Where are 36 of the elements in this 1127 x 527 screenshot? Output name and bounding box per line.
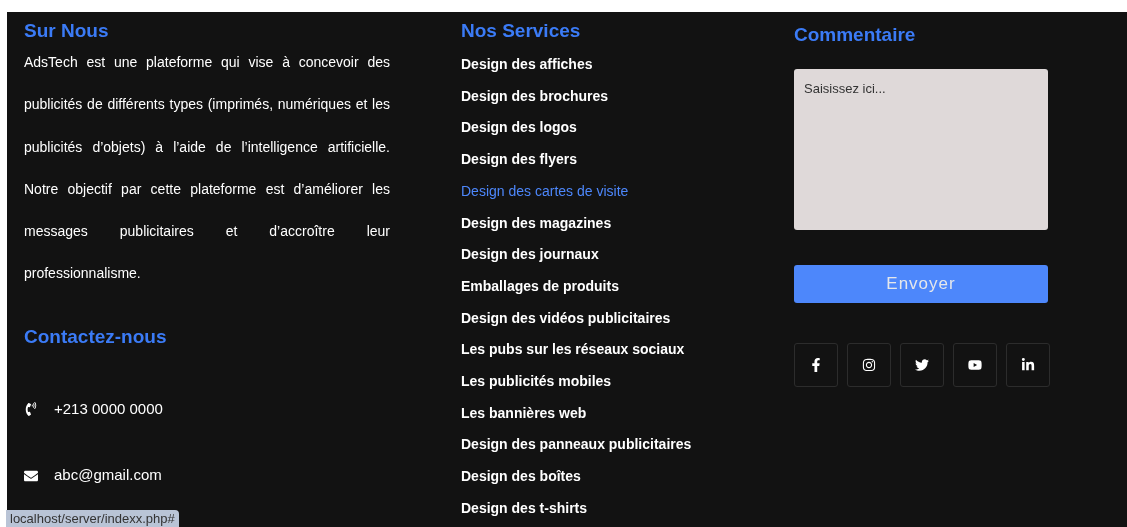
twitter-icon <box>915 358 929 372</box>
social-button[interactable] <box>1006 343 1050 387</box>
social-button[interactable] <box>847 343 891 387</box>
service-link[interactable]: Design des magazines <box>461 207 612 240</box>
section-heading: Sur Nous <box>24 19 109 43</box>
service-link[interactable]: Design des flyers <box>461 144 577 176</box>
social-button[interactable] <box>900 343 944 387</box>
service-link[interactable]: Design des boîtes <box>461 461 581 493</box>
service-link[interactable]: Emballages de produits <box>461 270 619 303</box>
instagram-icon <box>862 358 876 372</box>
service-link[interactable]: Design des affiches <box>461 49 593 81</box>
service-link[interactable]: Design des t-shirts <box>461 492 588 525</box>
section-heading: Commentaire <box>794 23 916 47</box>
mail-icon <box>24 468 38 483</box>
service-link[interactable]: Design des panneaux publicitaires <box>461 429 692 462</box>
service-link[interactable]: Design des cartes de visite <box>461 175 629 208</box>
email-address: abc@gmail.com <box>54 465 162 486</box>
youtube-icon <box>968 358 982 372</box>
service-link[interactable]: Design des journaux <box>461 239 599 271</box>
service-link[interactable]: Design des vidéos publicitaires <box>461 302 671 335</box>
social-button[interactable] <box>794 343 838 387</box>
service-link[interactable]: Design des logos <box>461 112 577 145</box>
phone-number: +213 0000 0000 <box>54 398 163 419</box>
status-url-tooltip: localhost/server/indexx.php# <box>6 510 179 527</box>
social-button[interactable] <box>953 343 997 387</box>
section-heading: Nos Services <box>461 19 581 43</box>
section-heading: Contactez-nous <box>24 324 167 349</box>
facebook-icon <box>809 358 823 372</box>
about-paragraph: AdsTech est une plateforme qui vise à concevoir des publicités de différents types (imprimés, numériques et les publicités d’objets) à l’aide de l’intelligence artificielle. Notre objectif par cette plateforme est d’améliorer les messages publicitaires et d’accroître leur professionnalisme. <box>24 53 390 284</box>
phone-icon <box>24 402 38 417</box>
service-link[interactable]: Les bannières web <box>461 397 587 430</box>
service-link[interactable]: Les pubs sur les réseaux sociaux <box>461 334 685 367</box>
linkedin-icon <box>1021 358 1035 372</box>
service-link[interactable]: Les publicités mobiles <box>461 366 612 398</box>
service-link[interactable]: Design des brochures <box>461 80 609 113</box>
comment-field[interactable]: Saisissez ici... <box>794 69 1048 230</box>
